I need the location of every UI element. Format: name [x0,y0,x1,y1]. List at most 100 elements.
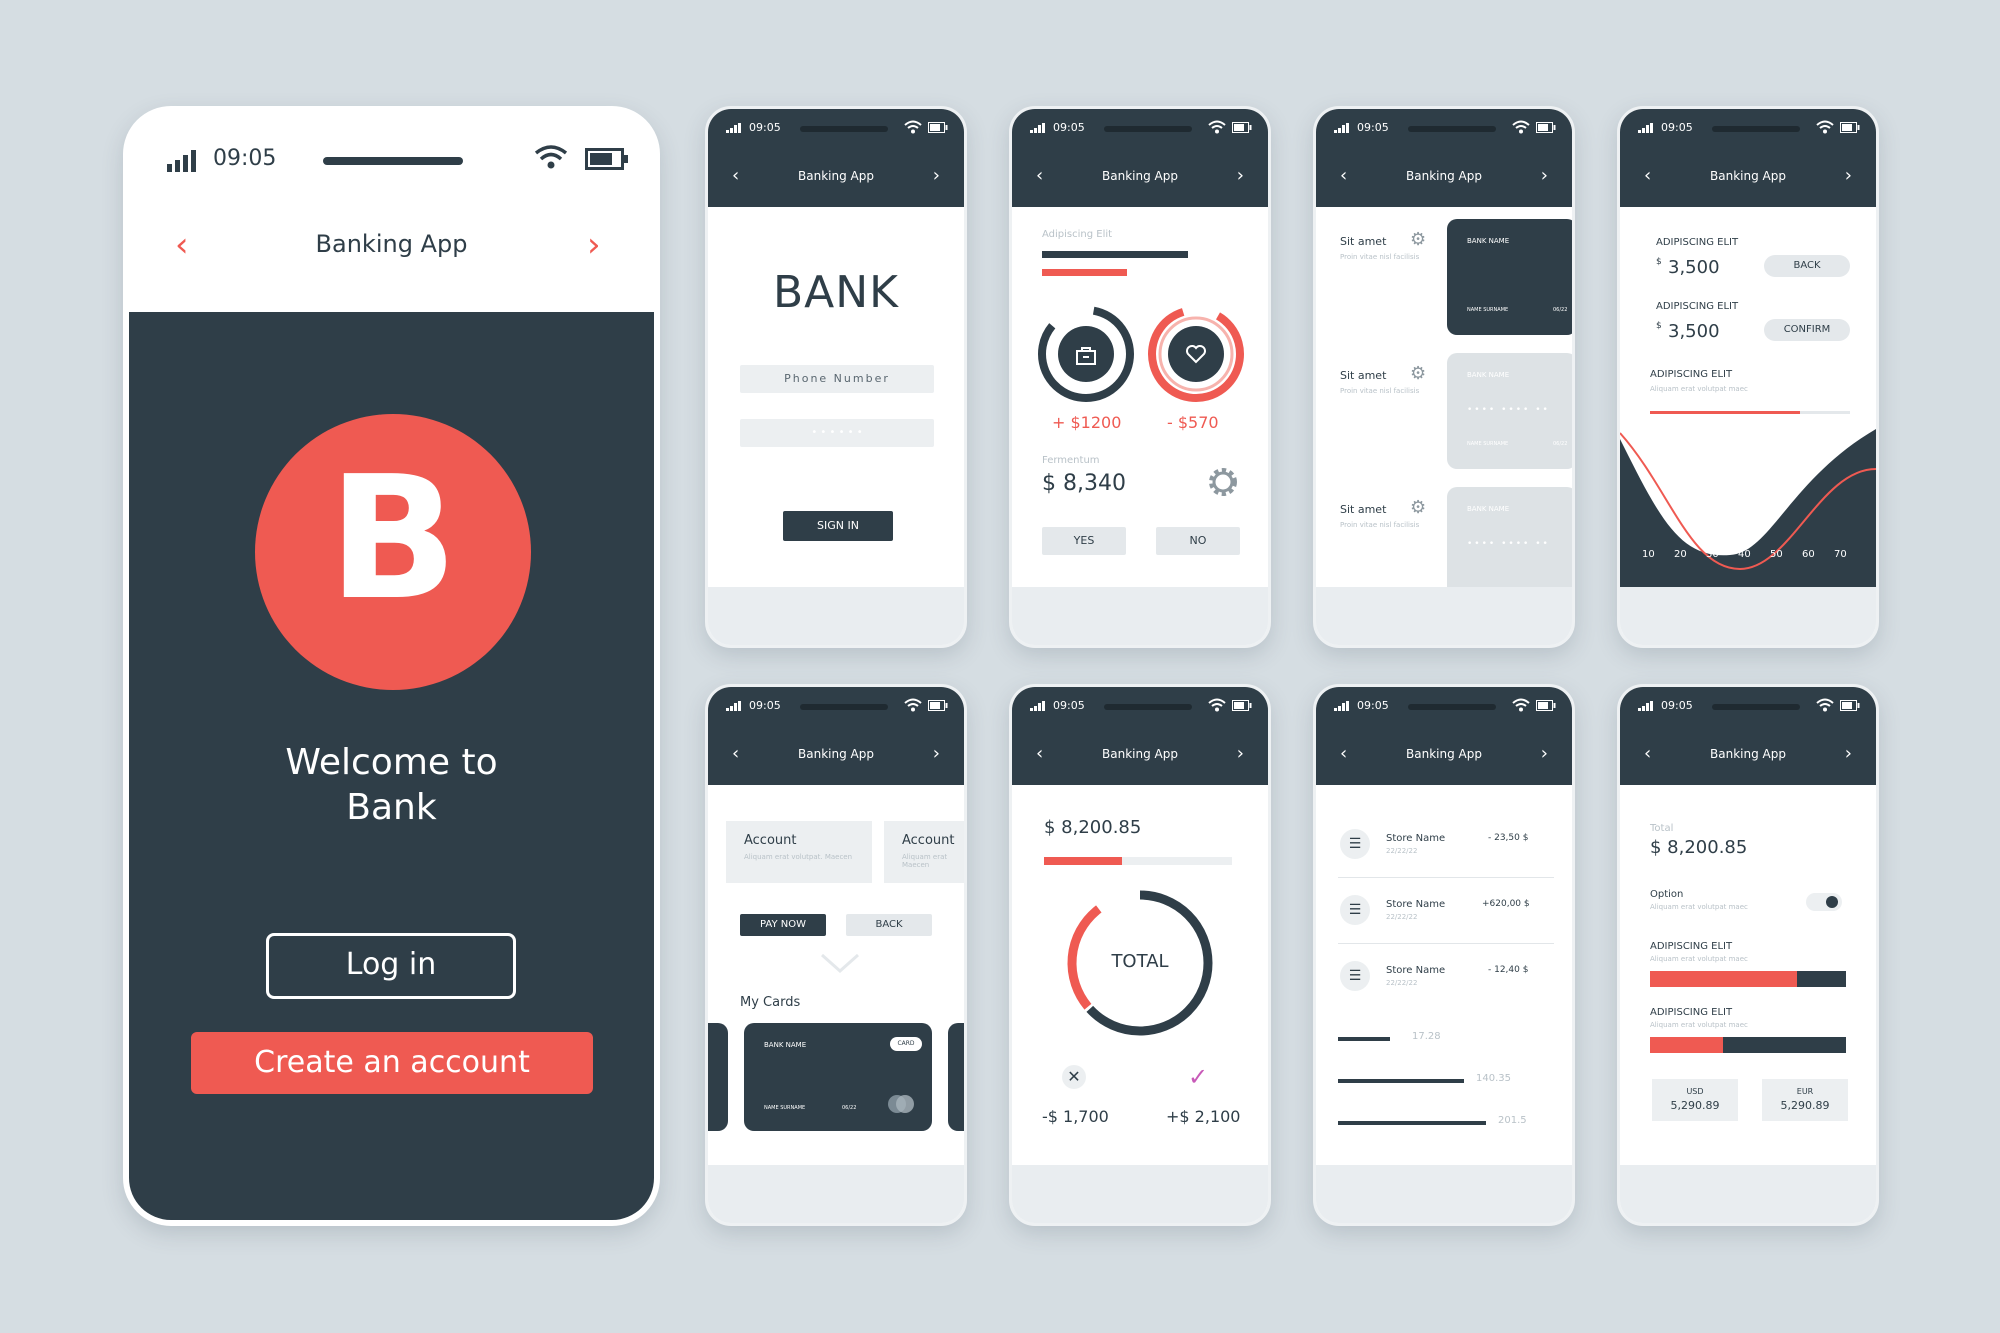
app-title: Banking App [1406,169,1482,183]
forward-chevron-icon[interactable]: › [933,745,940,763]
notch [1712,126,1800,132]
section-fill [1650,971,1797,987]
menu-icon: ☰ [1340,895,1370,925]
phone-number-input[interactable]: Phone Number [740,365,934,393]
yes-button[interactable]: YES [1042,527,1126,555]
forward-chevron-icon[interactable]: › [1541,167,1548,185]
battery-icon [585,148,628,170]
x-tick-label: 30 [1706,549,1719,560]
pay-now-button[interactable]: PAY NOW [740,914,826,936]
transaction-amount: - 12,40 $ [1488,965,1529,975]
gear-icon[interactable]: ⚙ [1410,363,1426,384]
card-peek-right[interactable] [948,1023,964,1131]
check-icon[interactable]: ✓ [1188,1063,1208,1091]
forward-chevron-icon[interactable]: › [587,228,601,262]
gear-icon[interactable] [1206,465,1240,499]
transaction-row[interactable]: ☰ Store Name 22/22/22 +620,00 $ [1338,891,1554,935]
gear-icon[interactable]: ⚙ [1410,497,1426,518]
menu-icon: ☰ [1340,829,1370,859]
forward-chevron-icon[interactable]: › [1237,167,1244,185]
back-button[interactable]: BACK [1764,255,1850,277]
x-tick-label: 40 [1738,549,1751,560]
transaction-row[interactable]: ☰ Store Name 22/22/22 - 12,40 $ [1338,957,1554,1001]
battery-icon [1232,700,1252,711]
option-toggle[interactable] [1806,893,1842,911]
app-header: ‹ Banking App › [1316,725,1572,785]
forward-chevron-icon[interactable]: › [1541,745,1548,763]
battery-icon [1536,122,1556,133]
footer-area [1012,1165,1268,1223]
account-tile[interactable]: Account Aliquam erat volutpat. Maecen [726,821,872,883]
battery-icon [1536,700,1556,711]
eur-tile[interactable]: EUR 5,290.89 [1762,1079,1848,1121]
card-row-sub: Proin vitae nisl facilisis [1340,521,1420,529]
signal-icon [1638,123,1653,133]
password-input[interactable]: • • • • • • [740,419,934,447]
forward-chevron-icon[interactable]: › [1845,167,1852,185]
minus-amount: -$ 1,700 [1042,1107,1109,1126]
notch [800,126,888,132]
card-network-icon [888,1095,914,1113]
forward-chevron-icon[interactable]: › [1237,745,1244,763]
my-cards-label: My Cards [740,995,801,1010]
signal-icon [1334,123,1349,133]
transaction-row[interactable]: ☰ Store Name 22/22/22 - 23,50 $ [1338,825,1554,869]
sign-in-button[interactable]: SIGN IN [783,511,893,541]
signal-icon [726,701,741,711]
usd-tile[interactable]: USD 5,290.89 [1652,1079,1738,1121]
app-title: Banking App [1710,169,1786,183]
bank-card-inactive[interactable]: BANK NAME •••• •••• •• [1447,487,1572,603]
battery-icon [1840,700,1860,711]
card-holder-name: NAME SURNAME [764,1105,806,1111]
section-sub: Aliquam erat volutpat maec [1650,385,1748,393]
accounts-screen: 09:05 ‹ Banking App › Account Aliquam er… [705,684,967,1226]
store-name: Store Name [1386,899,1446,910]
gear-icon[interactable]: ⚙ [1410,229,1426,250]
notch [1104,704,1192,710]
section-fill [1650,1037,1723,1053]
status-time: 09:05 [1661,699,1693,712]
balance-amount: $ 8,340 [1042,471,1126,496]
account-tile[interactable]: Account Aliquam erat Maecen [884,821,964,883]
back-button[interactable]: BACK [846,914,932,936]
bank-logo: B [255,414,531,690]
create-account-button[interactable]: Create an account [191,1032,593,1094]
wifi-icon [904,120,922,134]
stat-bar [1338,1037,1390,1041]
bank-card-inactive[interactable]: BANK NAME •••• •••• •• NAME SURNAME 06/2… [1447,353,1572,469]
forward-chevron-icon[interactable]: › [933,167,940,185]
transaction-amount: +620,00 $ [1482,899,1530,909]
battery-icon [1232,122,1252,133]
cards-screen: 09:05 ‹ Banking App › Sit amet Proin vit… [1313,106,1575,648]
stat-bar [1338,1079,1464,1083]
app-title: Banking App [1102,169,1178,183]
card-bank-name: BANK NAME [1467,371,1510,379]
status-time: 09:05 [1357,121,1389,134]
fermentum-label: Fermentum [1042,455,1100,466]
option-sub: Aliquam erat volutpat maec [1650,903,1748,911]
footer-area [708,587,964,645]
notch [1104,126,1192,132]
status-bar: 09:05 [1316,687,1572,725]
bank-card-active[interactable]: BANK NAME NAME SURNAME 06/22 [1447,219,1572,335]
bank-card[interactable]: BANK NAME CARD NAME SURNAME 06/22 [744,1023,932,1131]
card-row-sub: Proin vitae nisl facilisis [1340,253,1420,261]
forward-chevron-icon[interactable]: › [1845,745,1852,763]
bank-logo-letter: B [328,440,458,638]
store-name: Store Name [1386,833,1446,844]
confirm-button[interactable]: CONFIRM [1764,319,1850,341]
x-tick-label: 10 [1642,549,1655,560]
footer-area [1620,1165,1876,1223]
footer-area [708,1165,964,1223]
chevron-down-icon[interactable] [820,953,860,973]
transaction-date: 22/22/22 [1386,847,1418,855]
section-label: ADIPISCING ELIT [1650,1007,1733,1018]
close-icon[interactable]: ✕ [1062,1065,1086,1089]
main-phone: 09:05 ‹ Banking App › B Welcome to Bank … [123,106,660,1226]
total-amount: $ 8,200.85 [1650,837,1748,858]
no-button[interactable]: NO [1156,527,1240,555]
card-peek-left[interactable] [708,1023,728,1131]
income-value: + $1200 [1052,413,1122,432]
login-button[interactable]: Log in [266,933,516,999]
stat-value: 201.5 [1498,1115,1527,1126]
